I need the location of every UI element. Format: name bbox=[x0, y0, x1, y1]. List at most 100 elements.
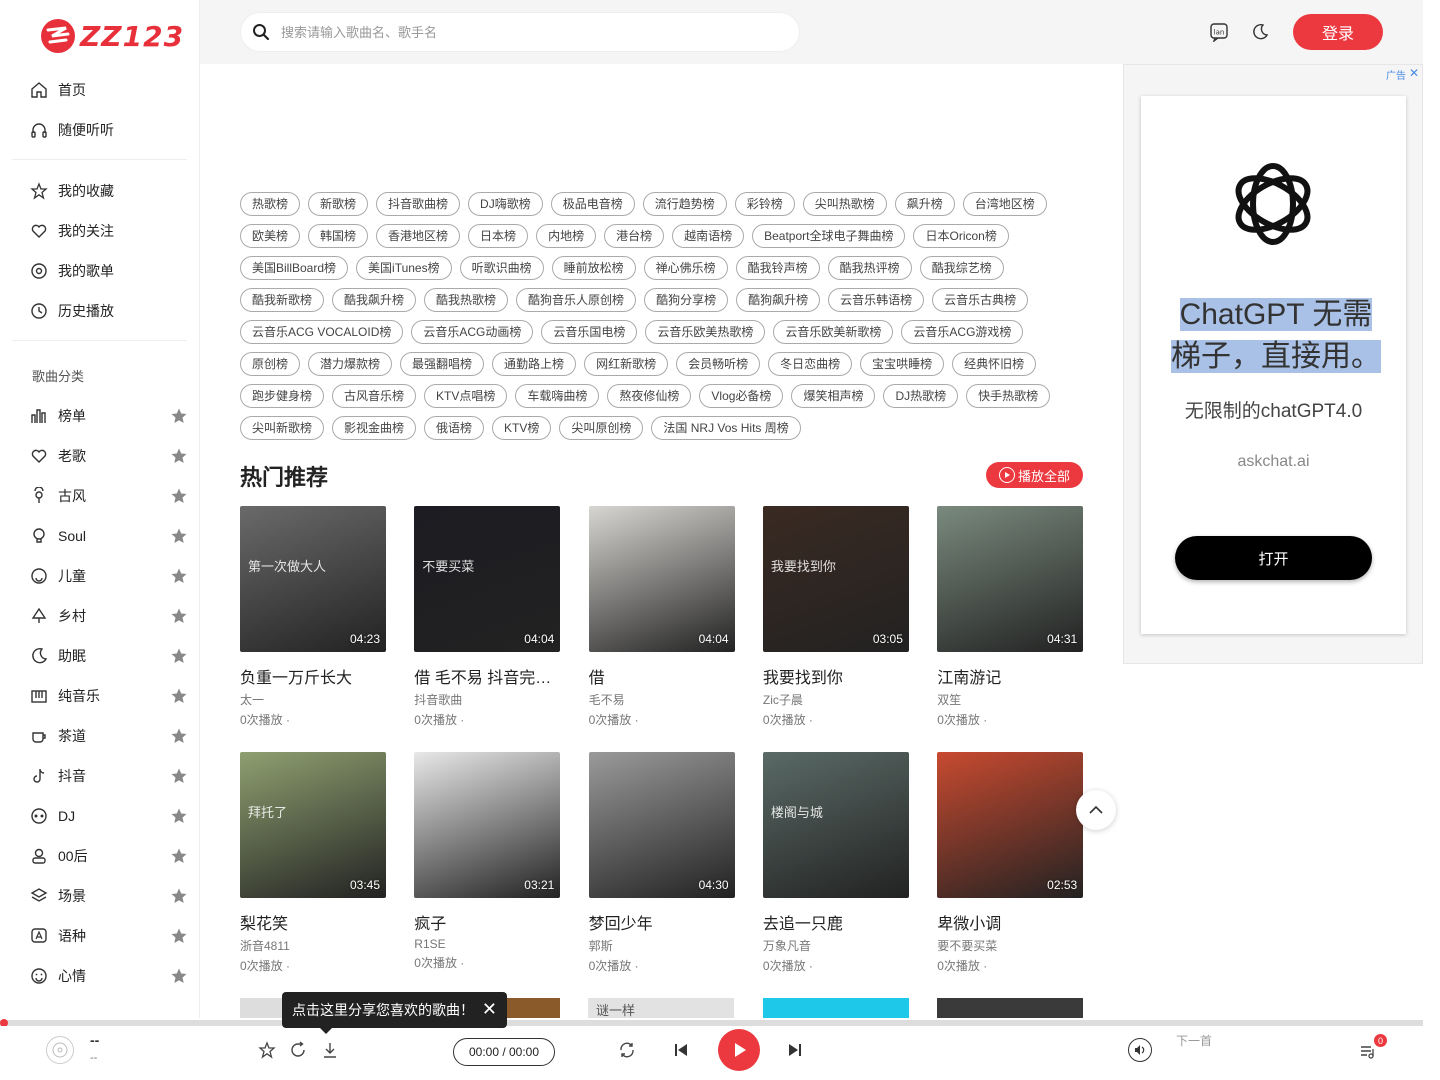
chart-tag[interactable]: 飙升榜 bbox=[894, 192, 955, 216]
chart-tag[interactable]: 云音乐ACG动画榜 bbox=[411, 320, 534, 344]
chart-tag[interactable]: 内地榜 bbox=[536, 224, 597, 248]
song-title[interactable]: 疯子 bbox=[414, 910, 560, 934]
search-icon[interactable] bbox=[241, 23, 281, 41]
play-all-button[interactable]: 播放全部 bbox=[986, 462, 1083, 488]
search-input[interactable] bbox=[281, 13, 799, 51]
chart-tag[interactable]: 香港地区榜 bbox=[376, 224, 461, 248]
sidebar-category-item[interactable]: 助眠 bbox=[30, 644, 190, 668]
song-artist[interactable]: 双笙 bbox=[937, 691, 1084, 708]
chart-tag[interactable]: 欧美榜 bbox=[240, 224, 301, 248]
song-title[interactable]: 我要找到你 bbox=[763, 664, 909, 688]
song-card[interactable]: 我要找到你 03:05 我要找到你 Zic子晨 0次播放 · bbox=[762, 506, 910, 728]
download-icon[interactable] bbox=[320, 1040, 340, 1060]
chart-tag[interactable]: 新歌榜 bbox=[308, 192, 369, 216]
chart-tag[interactable]: 车载嗨曲榜 bbox=[515, 384, 600, 408]
song-cover[interactable]: 拜托了 03:45 bbox=[240, 752, 386, 898]
sidebar-category-item[interactable]: Soul bbox=[30, 524, 190, 548]
chart-tag[interactable]: 酷狗飙升榜 bbox=[736, 288, 821, 312]
scroll-top-button[interactable] bbox=[1076, 790, 1116, 830]
star-icon[interactable] bbox=[170, 407, 188, 425]
song-card[interactable]: 02:53 卑微小调 要不要买菜 0次播放 · bbox=[937, 752, 1084, 974]
song-title[interactable]: 去追一只鹿 bbox=[763, 910, 909, 934]
song-cover[interactable]: 04:31 bbox=[937, 506, 1084, 652]
song-artist[interactable]: 太一 bbox=[240, 691, 387, 708]
chart-tag[interactable]: 禅心佛乐榜 bbox=[643, 256, 728, 280]
song-cover[interactable]: 第一次做大人 04:23 bbox=[240, 506, 386, 652]
song-artist[interactable]: Zic子晨 bbox=[763, 691, 910, 708]
chart-tag[interactable]: 原创榜 bbox=[240, 352, 301, 376]
song-title[interactable]: 借 bbox=[589, 664, 735, 688]
chart-tag[interactable]: 法国 NRJ Vos Hits 周榜 bbox=[651, 416, 801, 440]
chart-tag[interactable]: 酷我飙升榜 bbox=[332, 288, 417, 312]
star-icon[interactable] bbox=[170, 647, 188, 665]
login-button[interactable]: 登录 bbox=[1293, 14, 1383, 50]
star-icon[interactable] bbox=[170, 847, 188, 865]
dark-mode-icon[interactable] bbox=[1249, 21, 1271, 43]
sidebar-category-item[interactable]: 心情 bbox=[30, 964, 190, 988]
chart-tag[interactable]: 熬夜修仙榜 bbox=[607, 384, 692, 408]
chart-tag[interactable]: 云音乐ACG VOCALOID榜 bbox=[240, 320, 404, 344]
chart-tag[interactable]: 尖叫新歌榜 bbox=[240, 416, 325, 440]
star-icon[interactable] bbox=[170, 767, 188, 785]
chart-tag[interactable]: DJ嗨歌榜 bbox=[468, 192, 543, 216]
song-cover[interactable]: 04:04 bbox=[588, 506, 735, 652]
loop-icon[interactable] bbox=[617, 1040, 637, 1060]
sidebar-category-item[interactable]: 儿童 bbox=[30, 564, 190, 588]
song-card[interactable]: 03:21 疯子 R1SE 0次播放 · bbox=[414, 752, 561, 971]
star-icon[interactable] bbox=[170, 527, 188, 545]
song-artist[interactable]: 毛不易 bbox=[589, 691, 736, 708]
chart-tag[interactable]: 听歌识曲榜 bbox=[459, 256, 544, 280]
sidebar-category-item[interactable]: 古风 bbox=[30, 484, 190, 508]
chart-tag[interactable]: 酷我铃声榜 bbox=[735, 256, 820, 280]
star-icon[interactable] bbox=[170, 887, 188, 905]
song-artist[interactable]: 郭斯 bbox=[589, 937, 736, 954]
chart-tag[interactable]: 潜力爆款榜 bbox=[308, 352, 393, 376]
star-icon[interactable] bbox=[170, 927, 188, 945]
song-card[interactable]: 第一次做大人 04:23 负重一万斤长大 太一 0次播放 · bbox=[240, 506, 387, 728]
star-icon[interactable] bbox=[170, 567, 188, 585]
chart-tag[interactable]: 酷我热歌榜 bbox=[424, 288, 509, 312]
song-cover[interactable]: 02:53 bbox=[937, 752, 1084, 898]
play-button[interactable] bbox=[718, 1029, 760, 1071]
chart-tag[interactable]: 爆笑相声榜 bbox=[791, 384, 876, 408]
ad-close-icon[interactable]: ✕ bbox=[1409, 66, 1419, 80]
ad-card[interactable]: ChatGPT 无需 梯子，直接用。 无限制的chatGPT4.0 askcha… bbox=[1141, 96, 1406, 634]
share-icon[interactable] bbox=[288, 1040, 308, 1060]
sidebar-category-item[interactable]: 老歌 bbox=[30, 444, 190, 468]
chart-tag[interactable]: 日本榜 bbox=[468, 224, 529, 248]
song-title[interactable]: 负重一万斤长大 bbox=[240, 664, 386, 688]
sidebar-category-item[interactable]: DJ bbox=[30, 804, 190, 828]
language-toggle-icon[interactable]: lan bbox=[1208, 21, 1230, 43]
chart-tag[interactable]: 云音乐欧美热歌榜 bbox=[645, 320, 766, 344]
sidebar-category-item[interactable]: 纯音乐 bbox=[30, 684, 190, 708]
chart-tag[interactable]: 最强翻唱榜 bbox=[400, 352, 485, 376]
song-card[interactable]: 不要买菜 04:04 借 毛不易 抖音完整版 抖音歌曲 0次播放 · bbox=[414, 506, 561, 728]
chart-tag[interactable]: 影视金曲榜 bbox=[332, 416, 417, 440]
chart-tag[interactable]: 睡前放松榜 bbox=[551, 256, 636, 280]
chart-tag[interactable]: 极品电音榜 bbox=[550, 192, 635, 216]
star-icon[interactable] bbox=[170, 487, 188, 505]
chart-tag[interactable]: 酷我综艺榜 bbox=[919, 256, 1004, 280]
song-title[interactable]: 梦回少年 bbox=[589, 910, 735, 934]
chart-tag[interactable]: 美国iTunes榜 bbox=[356, 256, 452, 280]
chart-tag[interactable]: 网红新歌榜 bbox=[584, 352, 669, 376]
star-icon[interactable] bbox=[170, 807, 188, 825]
nav-my-playlists[interactable]: 我的歌单 bbox=[30, 259, 190, 283]
song-title[interactable]: 江南游记 bbox=[937, 664, 1083, 688]
star-icon[interactable] bbox=[170, 967, 188, 985]
chart-tag[interactable]: 云音乐欧美新歌榜 bbox=[773, 320, 894, 344]
scrollbar[interactable] bbox=[1423, 0, 1440, 1026]
chart-tag[interactable]: 酷狗音乐人原创榜 bbox=[516, 288, 637, 312]
chart-tag[interactable]: 尖叫热歌榜 bbox=[802, 192, 887, 216]
song-artist[interactable]: R1SE bbox=[414, 937, 561, 951]
chart-tag[interactable]: KTV榜 bbox=[492, 416, 552, 440]
song-card[interactable]: 楼阁与城 去追一只鹿 万象凡音 0次播放 · bbox=[762, 752, 910, 974]
chart-tag[interactable]: DJ热歌榜 bbox=[883, 384, 959, 408]
chart-tag[interactable]: 云音乐ACG游戏榜 bbox=[901, 320, 1024, 344]
chart-tag[interactable]: 通勤路上榜 bbox=[492, 352, 577, 376]
song-card[interactable]: 04:30 梦回少年 郭斯 0次播放 · bbox=[588, 752, 736, 974]
song-artist[interactable]: 万象凡音 bbox=[763, 937, 910, 954]
nav-history[interactable]: 历史播放 bbox=[30, 299, 190, 323]
song-cover[interactable]: 楼阁与城 bbox=[762, 752, 909, 898]
chart-tag[interactable]: 冬日恋曲榜 bbox=[768, 352, 853, 376]
